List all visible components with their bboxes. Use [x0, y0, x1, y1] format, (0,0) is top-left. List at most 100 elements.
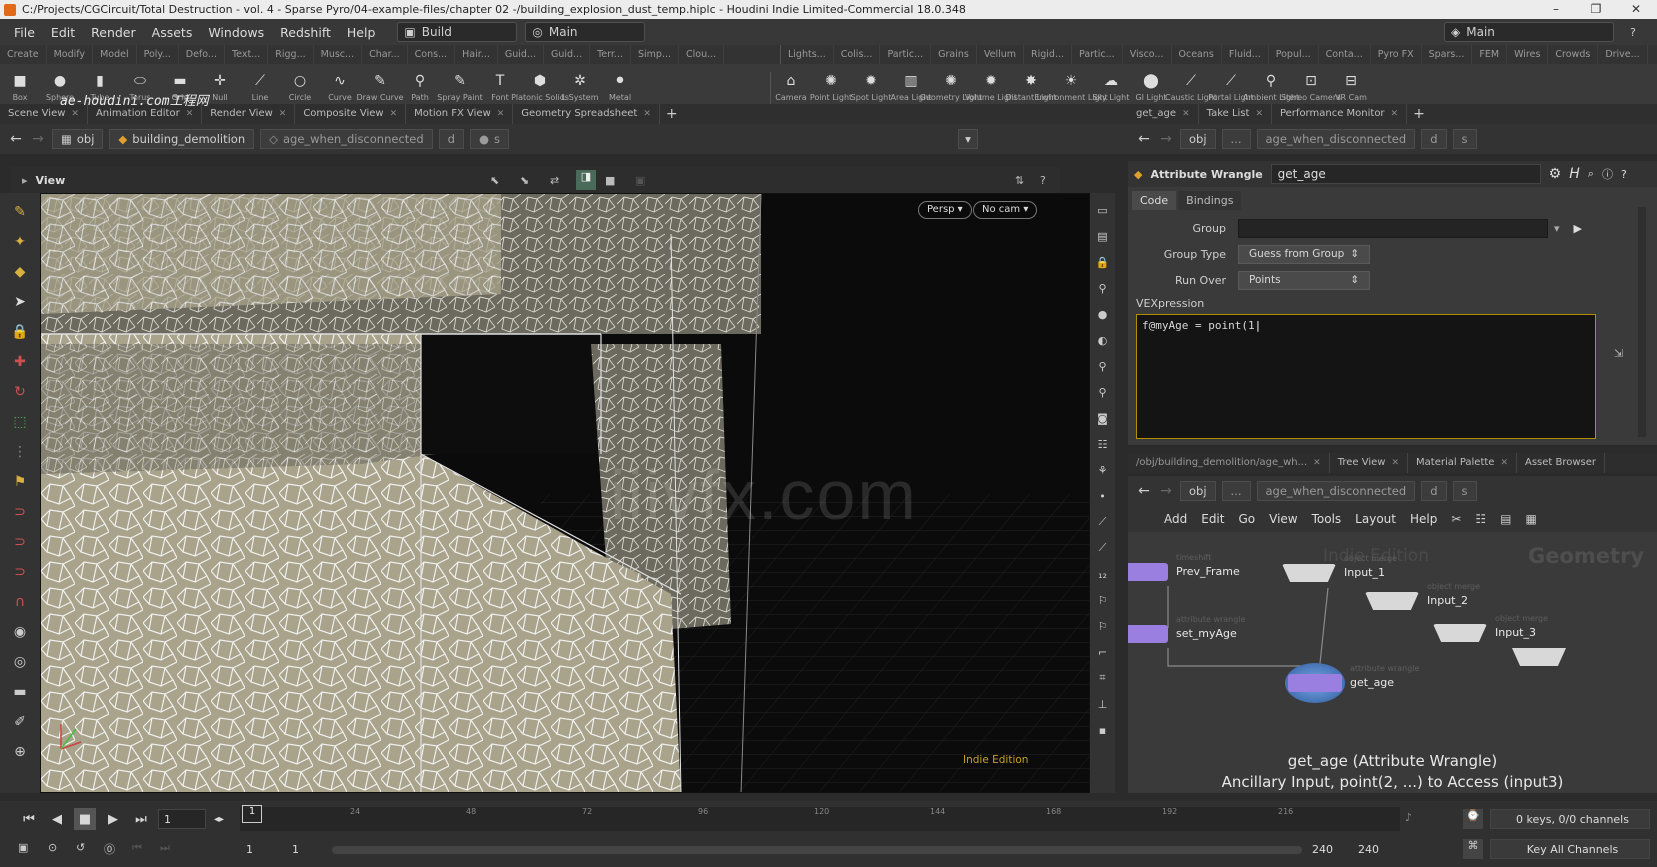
- grid-icon[interactable]: ⌗: [1094, 669, 1112, 687]
- globe-tool-icon[interactable]: ⊕: [9, 741, 31, 763]
- shelf-tab-left-11[interactable]: Guid...: [498, 45, 544, 64]
- desktop-main-select[interactable]: ◎ Main: [525, 22, 646, 42]
- network-editor[interactable]: ← → obj ... age_when_disconnected d s Ad…: [1128, 476, 1657, 793]
- audio-icon[interactable]: ♪: [1405, 811, 1412, 824]
- edge-icon[interactable]: ⟋: [1094, 539, 1112, 557]
- forward-arrow-icon[interactable]: →: [1158, 131, 1174, 147]
- normal-icon[interactable]: ⚐: [1094, 591, 1112, 609]
- shelf-tool-right-10[interactable]: ⟋ Caustic Light: [1165, 72, 1217, 104]
- add-tab-icon[interactable]: +: [666, 106, 678, 122]
- number-icon[interactable]: ₁₂: [1094, 565, 1112, 583]
- shelf-tab-right-0[interactable]: Lights...: [781, 45, 834, 64]
- close-tab-icon[interactable]: ✕: [1255, 104, 1263, 124]
- close-tab-icon[interactable]: ✕: [1391, 104, 1399, 124]
- range-start-2[interactable]: 1: [292, 843, 299, 856]
- render-region-icon[interactable]: ◎: [9, 651, 31, 673]
- tab-asset-browser[interactable]: Asset Browser: [1517, 453, 1606, 473]
- group-type-menu[interactable]: Guess from Group ⇕: [1238, 244, 1370, 264]
- shelf-tab-left-14[interactable]: Simp...: [631, 45, 679, 64]
- shelf-tool-left-7[interactable]: ○ Circle: [280, 72, 320, 104]
- tab-tree-view[interactable]: Tree View ✕: [1330, 453, 1409, 473]
- shelf-tool-left-14[interactable]: ✲ L-System: [560, 72, 600, 104]
- shelf-tab-left-9[interactable]: Cons...: [408, 45, 456, 64]
- param-path-s[interactable]: s: [1452, 129, 1477, 149]
- scene-tab-2[interactable]: Render View ✕: [202, 104, 296, 124]
- paint-tool-icon[interactable]: ⚑: [9, 471, 31, 493]
- shelf-tab-left-5[interactable]: Text...: [225, 45, 269, 64]
- points-mode-icon[interactable]: ■: [605, 174, 615, 187]
- close-tab-icon[interactable]: ✕: [1391, 453, 1399, 473]
- display-options-icon[interactable]: ⇅: [1015, 174, 1024, 187]
- minimize-button[interactable]: –: [1538, 0, 1574, 19]
- desktop-build-select[interactable]: ▣ Build: [397, 22, 518, 42]
- object-mode-icon[interactable]: ◨: [576, 170, 596, 190]
- lasso-icon[interactable]: ⬊: [520, 174, 529, 187]
- magnet-c-icon[interactable]: ⊃: [9, 561, 31, 583]
- shelf-tab-left-4[interactable]: Defo...: [179, 45, 225, 64]
- menu-assets[interactable]: Assets: [144, 25, 201, 40]
- shelf-tool-left-0[interactable]: ■ Box: [0, 72, 40, 104]
- shelf-tab-right-15[interactable]: Wires: [1507, 45, 1549, 64]
- display-icon[interactable]: ▭: [1094, 201, 1112, 219]
- help-h-icon[interactable]: H: [1569, 166, 1580, 182]
- input-2-node-body[interactable]: [1365, 592, 1419, 610]
- magnet-a-icon[interactable]: ⊃: [9, 501, 31, 523]
- shelf-tool-left-13[interactable]: ⬢ Platonic Solids: [511, 72, 569, 104]
- path-d[interactable]: d: [438, 129, 464, 149]
- shelf-tab-right-6[interactable]: Partic...: [1072, 45, 1123, 64]
- wire-icon[interactable]: ⚘: [1094, 461, 1112, 479]
- menu-help[interactable]: Help: [339, 25, 384, 40]
- subtab-bindings[interactable]: Bindings: [1178, 191, 1242, 210]
- arrow-tool-icon[interactable]: ➤: [9, 291, 31, 313]
- shelf-tab-left-3[interactable]: Poly...: [137, 45, 179, 64]
- shelf-tab-left-6[interactable]: Rigg...: [268, 45, 314, 64]
- shelf-tool-right-1[interactable]: ✺ Point Light: [810, 72, 852, 104]
- next-key-icon[interactable]: ⏭: [160, 841, 170, 855]
- set-myage-node-body[interactable]: [1128, 625, 1168, 643]
- shelf-tool-right-0[interactable]: ⌂ Camera: [771, 72, 811, 104]
- offscreen-node[interactable]: [1512, 648, 1566, 666]
- close-tab-icon[interactable]: ✕: [1182, 104, 1190, 124]
- back-arrow-icon[interactable]: ←: [1136, 131, 1152, 147]
- shelf-tab-right-2[interactable]: Partic...: [880, 45, 932, 64]
- vis-icon[interactable]: ☷: [1094, 435, 1112, 453]
- shading-icon[interactable]: ◙: [1094, 409, 1112, 427]
- shelf-tab-right-1[interactable]: Colis...: [834, 45, 881, 64]
- dot-icon[interactable]: •: [1094, 487, 1112, 505]
- get-age-node-body[interactable]: [1288, 674, 1342, 692]
- help-icon[interactable]: ?: [1630, 26, 1636, 39]
- range-end[interactable]: 240: [1312, 843, 1333, 856]
- shelf-tab-right-4[interactable]: Vellum: [977, 45, 1025, 64]
- range-end-2[interactable]: 240: [1358, 843, 1379, 856]
- current-frame-field[interactable]: 1: [158, 809, 206, 829]
- path-obj[interactable]: ▦ obj: [52, 129, 104, 149]
- shelf-tab-right-5[interactable]: Rigid...: [1024, 45, 1073, 64]
- node-prev-frame[interactable]: timeshift Prev_Frame: [1128, 553, 1240, 581]
- tab-take-list[interactable]: Take List ✕: [1199, 104, 1272, 124]
- scene-tab-4[interactable]: Motion FX View ✕: [406, 104, 514, 124]
- persp-menu[interactable]: Persp ▾: [918, 201, 972, 219]
- magnet-d-icon[interactable]: ∩: [9, 591, 31, 613]
- shelf-tab-right-12[interactable]: Pyro FX: [1371, 45, 1422, 64]
- realtime-icon[interactable]: ▣: [18, 841, 28, 854]
- shelf-tab-right-7[interactable]: Visco...: [1123, 45, 1172, 64]
- pen-tool-icon[interactable]: ✐: [9, 711, 31, 733]
- shelf-tool-left-8[interactable]: ∿ Curve: [320, 72, 360, 104]
- stop-icon[interactable]: ■: [74, 808, 96, 830]
- close-tab-icon[interactable]: ✕: [390, 104, 398, 124]
- pose-tool-icon[interactable]: ✦: [9, 231, 31, 253]
- jump-start-icon[interactable]: ⏮: [18, 808, 40, 830]
- vex-code-editor[interactable]: f@myAge = point(1|: [1136, 314, 1596, 439]
- close-tab-icon[interactable]: ✕: [1500, 453, 1508, 473]
- node-input-2[interactable]: object merge Input_2: [1365, 582, 1480, 610]
- menu-file[interactable]: File: [6, 25, 43, 40]
- timeline-track[interactable]: 1 24 48 72 96 120 144 168 192 216: [240, 805, 1400, 831]
- shelf-tab-left-1[interactable]: Modify: [47, 45, 94, 64]
- shelf-tool-right-7[interactable]: ☀ Environment Light: [1034, 72, 1108, 104]
- run-over-menu[interactable]: Points ⇕: [1238, 270, 1370, 290]
- snap-tool-icon[interactable]: ⋮: [9, 441, 31, 463]
- rotate-tool-icon[interactable]: ↻: [9, 381, 31, 403]
- shelf-tool-left-6[interactable]: ⟋ Line: [240, 72, 280, 104]
- shelf-tool-left-11[interactable]: ✎ Spray Paint: [437, 72, 482, 104]
- menu-render[interactable]: Render: [83, 25, 144, 40]
